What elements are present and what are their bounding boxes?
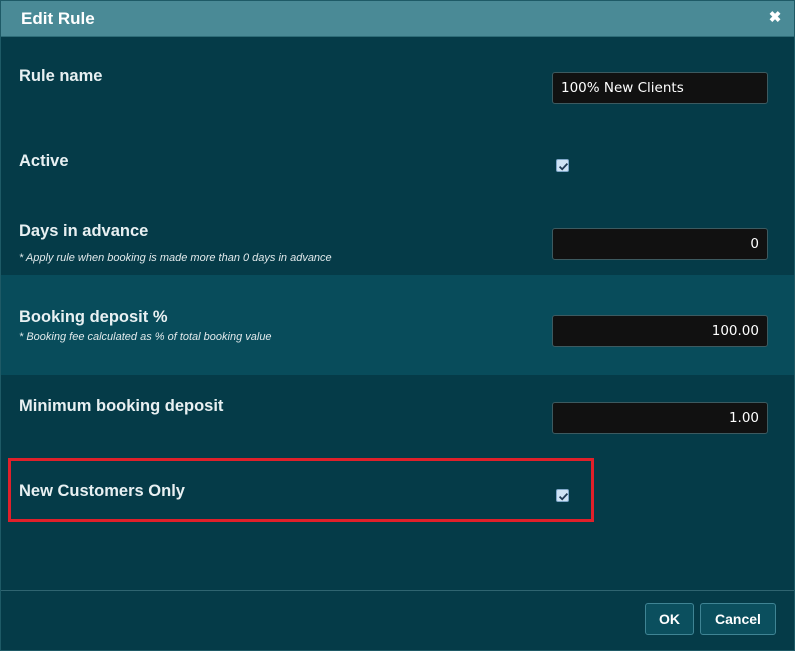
booking-deposit-input[interactable] (552, 315, 768, 347)
new-customers-only-label: New Customers Only (19, 482, 185, 500)
footer-divider (1, 590, 794, 591)
checkmark-icon (558, 162, 569, 171)
days-in-advance-label: Days in advance (19, 222, 149, 240)
ok-button[interactable]: OK (645, 603, 694, 635)
days-in-advance-row: Days in advance * Apply rule when bookin… (1, 198, 794, 275)
cancel-button[interactable]: Cancel (700, 603, 776, 635)
new-customers-only-checkbox[interactable] (556, 489, 569, 502)
booking-deposit-label: Booking deposit % (19, 308, 168, 326)
active-label: Active (19, 152, 69, 170)
dialog-titlebar: Edit Rule ✖ (1, 1, 794, 37)
close-icon[interactable]: ✖ (766, 8, 784, 28)
rule-name-row: Rule name (1, 38, 794, 128)
days-in-advance-input[interactable] (552, 228, 768, 260)
checkmark-icon (558, 492, 569, 501)
rule-name-label: Rule name (19, 67, 103, 85)
minimum-deposit-row: Minimum booking deposit (1, 375, 794, 455)
days-in-advance-hint: * Apply rule when booking is made more t… (19, 252, 332, 264)
minimum-deposit-label: Minimum booking deposit (19, 397, 224, 415)
booking-deposit-row: Booking deposit % * Booking fee calculat… (1, 275, 794, 375)
active-checkbox[interactable] (556, 159, 569, 172)
minimum-deposit-input[interactable] (552, 402, 768, 434)
rule-name-input[interactable] (552, 72, 768, 104)
edit-rule-dialog: Edit Rule ✖ Rule name Active Days in adv… (0, 0, 795, 651)
new-customers-only-row: New Customers Only (1, 455, 794, 525)
booking-deposit-hint: * Booking fee calculated as % of total b… (19, 331, 272, 343)
dialog-title: Edit Rule (21, 9, 95, 28)
active-row: Active (1, 128, 794, 198)
